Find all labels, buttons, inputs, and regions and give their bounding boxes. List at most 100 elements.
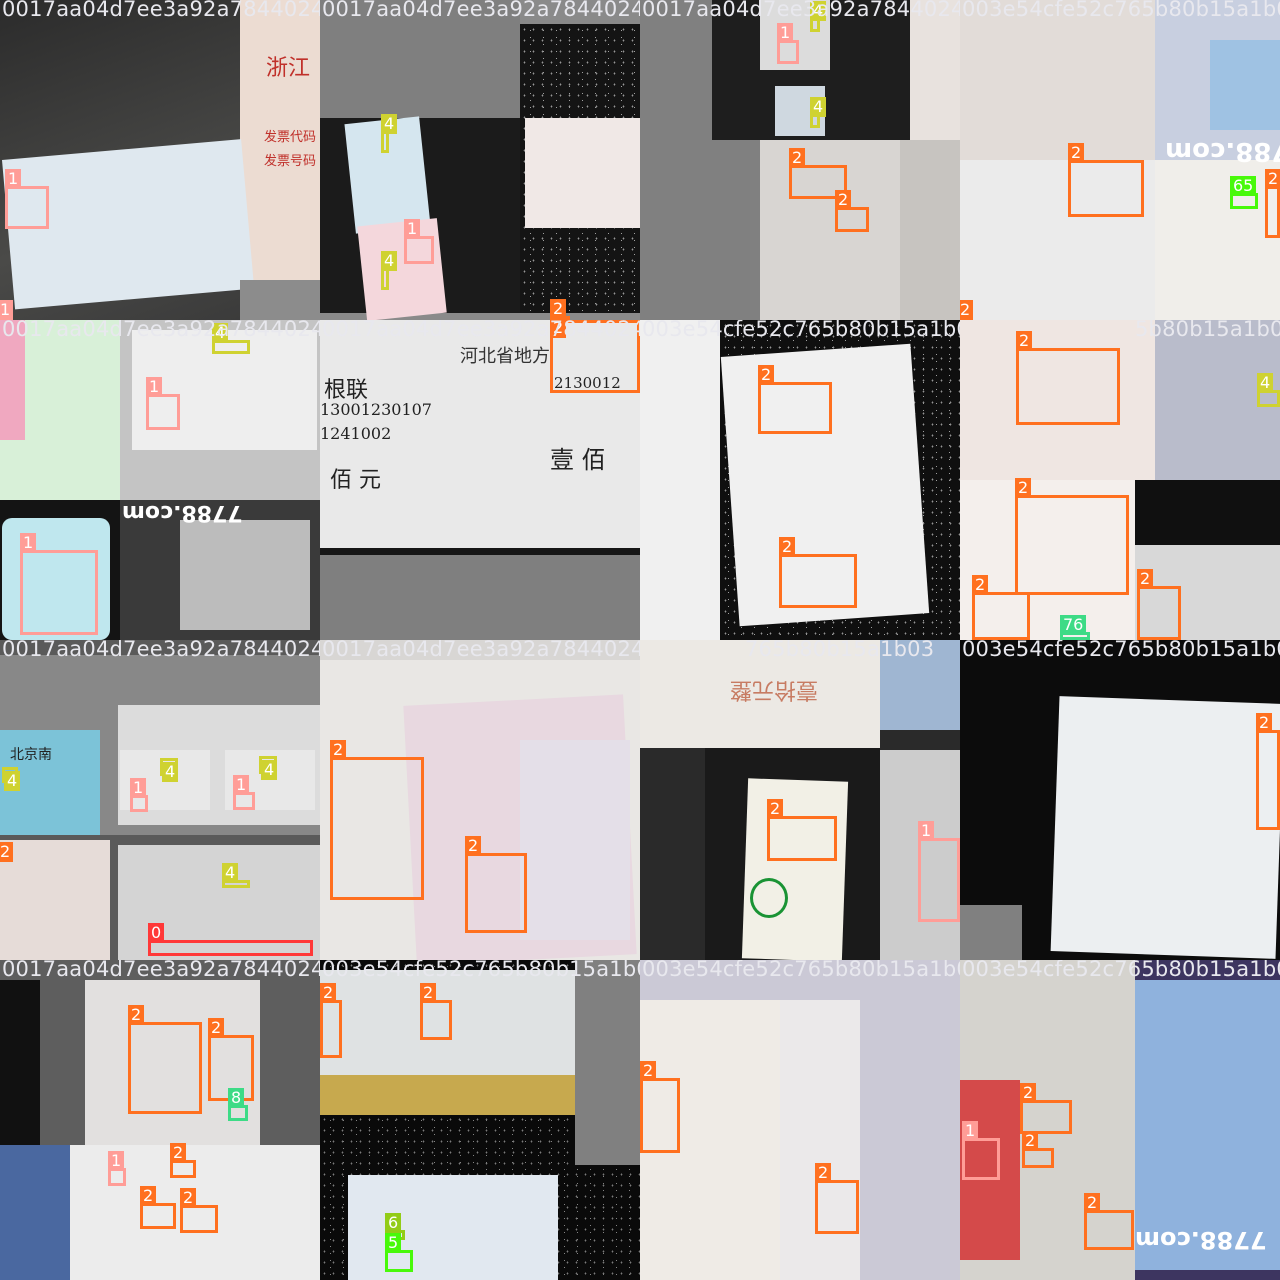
scene-text: 13001230107 (320, 400, 432, 419)
scene-text: 1241002 (320, 424, 392, 443)
detection-box: 2 (1016, 331, 1120, 425)
mosaic-tile: 浙江 发票代码 发票号码 1 1 0017aa04d7ee3a92a784402… (0, 0, 320, 320)
scene-text: 发票代码 (264, 130, 317, 145)
class-tag: 1 (404, 219, 421, 239)
scene-text: 河北省地方 (460, 346, 550, 367)
class-tag: 4 (381, 114, 398, 134)
detection-box: 4 (222, 863, 250, 888)
detection-box: 65 (1230, 176, 1258, 209)
class-tag: 2 (465, 836, 482, 856)
mosaic-tile: 7788.com 4 1 1 0017aa04d7ee3a92a78440244… (0, 320, 320, 640)
tile-id-label: 0017aa04d7ee3a92a784402442 (2, 320, 320, 341)
class-tag: 4 (261, 760, 278, 780)
class-tag: 2 (972, 575, 989, 595)
tile-id-label: 0017aa04d7ee3a92a784402442 (642, 0, 960, 21)
detection-box: 1 (404, 219, 434, 264)
mosaic-tile: 2 003e54cfe52c765b80b15a1b03 (960, 640, 1280, 960)
tile-id-label: 003e54cfe52c765b80b15a1b03 (642, 960, 960, 981)
detection-box: 4 (381, 251, 398, 290)
class-tag: 2 (1020, 1083, 1037, 1103)
class-tag: 2 (0, 842, 14, 862)
detection-box: 2 (170, 1143, 196, 1178)
class-tag: 4 (4, 771, 21, 791)
class-tag: 2 (330, 740, 347, 760)
class-tag: 2 (1016, 331, 1033, 351)
class-tag: 2 (208, 1018, 225, 1038)
class-tag: 2 (1084, 1193, 1101, 1213)
detection-box: 1 (20, 533, 98, 635)
class-tag: 1 (918, 821, 935, 841)
mosaic-tile: 2 2 003e54cfe52c765b80b15a1b03 (640, 960, 960, 1280)
tile-id-label: 003e54cfe52c765b80b15a1b03 (962, 640, 1280, 661)
mosaic-tile: 2 4 2 2 2 76 5b80b15a1b03 (960, 320, 1280, 640)
class-tag: 2 (1265, 169, 1280, 189)
detection-box: 4 (160, 758, 179, 782)
detection-box: 4 (1257, 373, 1280, 407)
detection-box: 2 (420, 983, 452, 1040)
detection-box: 2 (835, 190, 869, 232)
detection-box: 2 (330, 740, 424, 900)
detection-box: 5 (385, 1233, 413, 1272)
class-tag: 2 (640, 1061, 657, 1081)
class-tag: 1 (233, 775, 250, 795)
mosaic-tile: 7788.com 2 65 2 2 003e54cfe52c765b80b15a… (960, 0, 1280, 320)
detection-box: 2 (1015, 478, 1129, 595)
detection-box: 2 (815, 1163, 859, 1234)
class-tag: 2 (815, 1163, 832, 1183)
detection-box: 2 (1084, 1193, 1134, 1250)
detection-box: 1 (918, 821, 960, 922)
class-tag: 2 (1015, 478, 1032, 498)
tile-id-label: 003e54cfe52c765b80b15a1b03 (962, 0, 1280, 21)
detection-box: 1 (777, 23, 799, 64)
watermark-text: 7788.com (1135, 1226, 1267, 1254)
detection-box: 2 (140, 1186, 176, 1229)
mosaic-tile: 2 2 8 1 2 2 2 0017aa04d7ee3a92a784402442 (0, 960, 320, 1280)
class-tag: 2 (1022, 1131, 1039, 1151)
class-tag: 4 (162, 762, 179, 782)
class-tag: 8 (228, 1088, 245, 1108)
tile-id-label: 003e54cfe52c765b80b15a1b03 (322, 960, 640, 981)
tile-id-label: 0017aa04d7ee3a92a784402442 (2, 960, 320, 981)
detection-box: 8 (228, 1088, 248, 1121)
detection-box: 1 (962, 1121, 1000, 1180)
scene-text: 佰 元 (330, 468, 381, 493)
scene-text: 壹拾元整 (730, 677, 819, 702)
detection-box: 4 (2, 767, 21, 791)
detection-box: 2 (128, 1005, 202, 1114)
class-tag: 1 (108, 1151, 125, 1171)
class-tag: 2 (960, 300, 974, 320)
class-tag: 4 (810, 97, 827, 117)
detection-box: 2 (640, 1061, 680, 1153)
detection-box: 2 (0, 842, 14, 880)
class-tag: 1 (777, 23, 794, 43)
detection-box: 2 (972, 575, 1030, 640)
class-tag: 2 (779, 537, 796, 557)
tile-id-label: 003e54cfe52c765b80b15a1b03 (962, 960, 1280, 981)
class-tag: 1 (5, 169, 22, 189)
detection-box: 76 (1060, 615, 1090, 640)
class-tag: 2 (758, 365, 775, 385)
class-tag: 1 (0, 300, 14, 320)
class-tag: 1 (130, 778, 147, 798)
class-tag: 65 (1230, 176, 1257, 196)
class-tag: 4 (222, 863, 239, 883)
detection-box: 2 (758, 365, 832, 434)
detection-box: 1 (233, 775, 255, 810)
detection-box: 2 (465, 836, 527, 933)
class-tag: 2 (835, 190, 852, 210)
mosaic-tile: 7788.com 2 1 2 2 003e54cfe52c765b80b15a1… (960, 960, 1280, 1280)
detection-box: 2 (1265, 169, 1280, 238)
detection-box: 2 (320, 983, 342, 1058)
detection-box: 1 (108, 1151, 126, 1186)
detection-box: 3 (750, 878, 788, 918)
mosaic-tile: 北京南 4 4 4 1 1 2 4 0 0 0017aa04d7ee3a92a7… (0, 640, 320, 960)
mosaic-tile: 2 2 6 5 003e54cfe52c765b80b15a1b03 (320, 960, 640, 1280)
detection-box: 2 (1022, 1131, 1054, 1168)
detection-box: 1 (130, 778, 148, 812)
detection-box: 2 (1068, 143, 1144, 217)
class-tag: 2 (180, 1188, 197, 1208)
tile-id-label: 0017aa04d7ee3a92a784402442 (322, 0, 640, 21)
class-tag: 0 (148, 923, 165, 943)
detection-box: 2 (767, 799, 837, 861)
watermark-text: 7788.com (122, 500, 243, 525)
